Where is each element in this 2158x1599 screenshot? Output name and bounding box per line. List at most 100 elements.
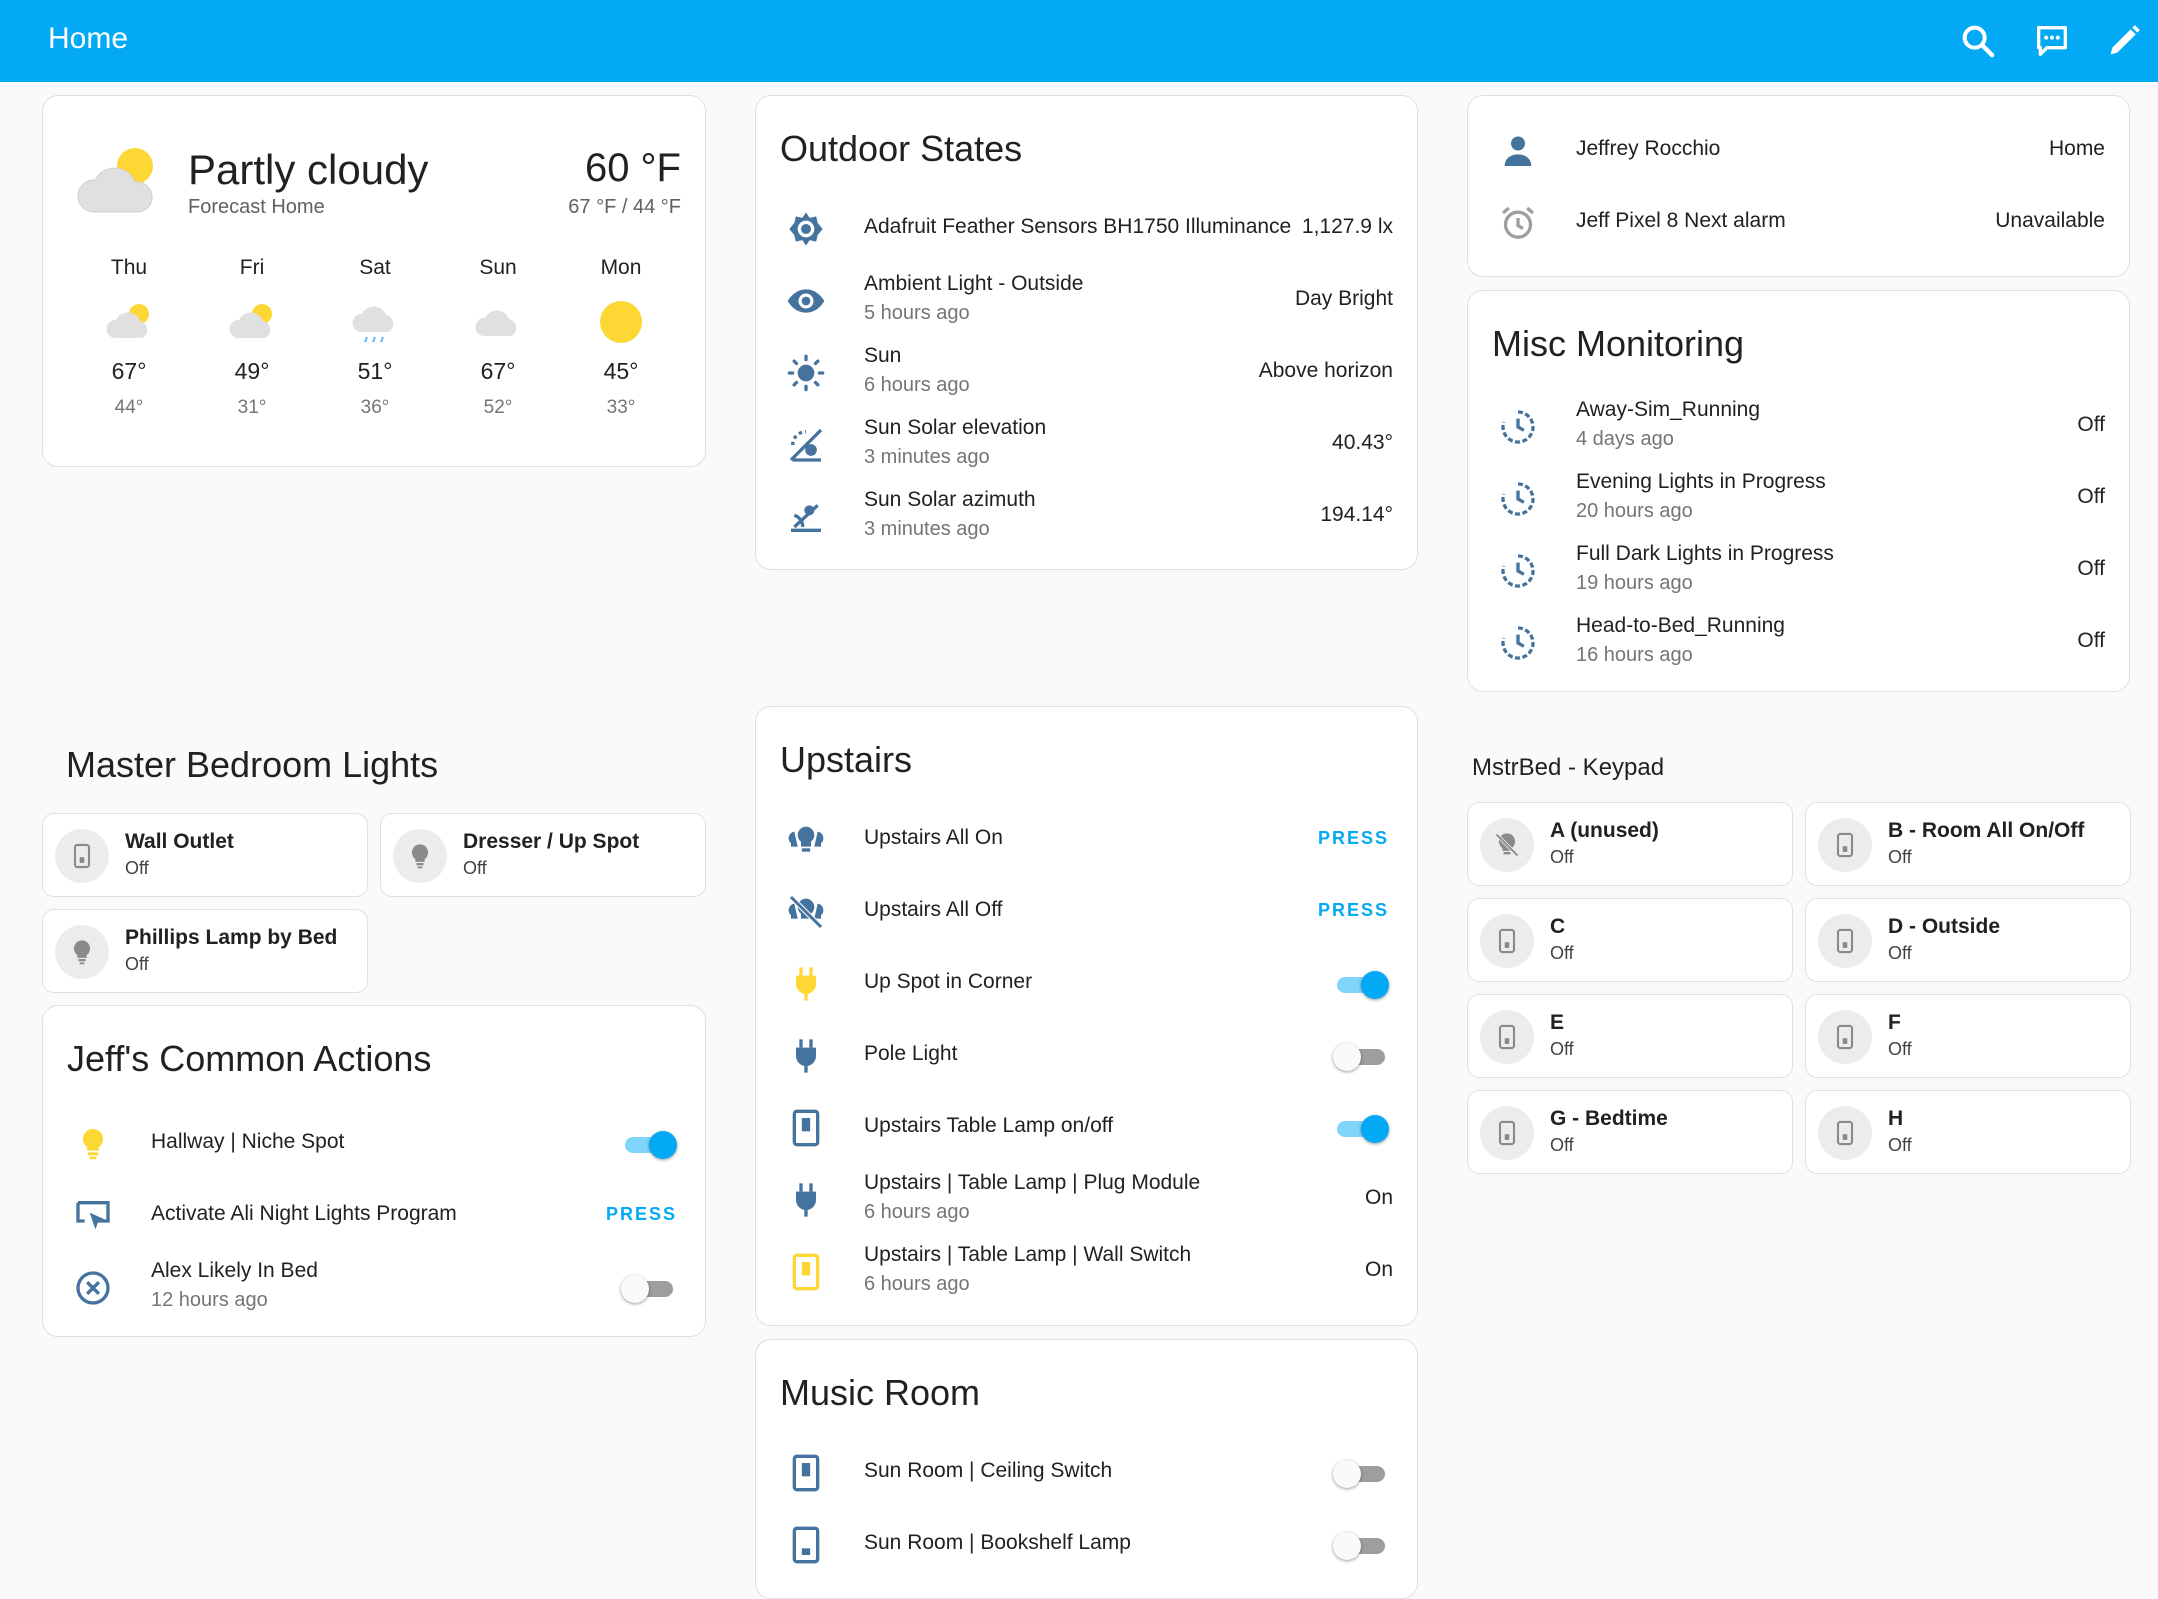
tile-state: Off bbox=[1550, 943, 1574, 963]
lightbulb-icon[interactable] bbox=[393, 829, 447, 883]
forecast-low: 52° bbox=[483, 397, 513, 418]
entity-row[interactable]: Sun Room | Ceiling Switch bbox=[756, 1437, 1417, 1509]
keypad-tile[interactable]: H Off bbox=[1805, 1090, 2131, 1174]
entity-row[interactable]: Sun Solar azimuth 3 minutes ago 194.14° bbox=[756, 481, 1417, 553]
entity-row[interactable]: Pole Light bbox=[756, 1020, 1417, 1092]
power-plug-icon bbox=[786, 1180, 826, 1220]
lightbulb-icon[interactable] bbox=[55, 925, 109, 979]
lightbulb-on-icon bbox=[73, 1124, 113, 1164]
entity-row[interactable]: Ambient Light - Outside 5 hours ago Day … bbox=[756, 265, 1417, 337]
tile-phillips-lamp[interactable]: Phillips Lamp by Bed Off bbox=[42, 909, 368, 993]
page-title: Home bbox=[48, 22, 129, 55]
toggle-switch[interactable] bbox=[625, 1131, 677, 1159]
tile-name: F bbox=[1888, 1011, 1901, 1034]
entity-last-changed: 6 hours ago bbox=[864, 1201, 970, 1223]
entity-last-changed: 6 hours ago bbox=[864, 374, 970, 396]
entity-row[interactable]: Activate Ali Night Lights Program PRESS bbox=[43, 1180, 705, 1252]
sunny-icon bbox=[593, 292, 649, 348]
person-entities-card: Jeffrey Rocchio Home Jeff Pixel 8 Next a… bbox=[1467, 95, 2130, 277]
entity-row[interactable]: Evening Lights in Progress 20 hours ago … bbox=[1468, 463, 2129, 535]
toggle-switch[interactable] bbox=[1333, 1043, 1385, 1071]
toggle-switch[interactable] bbox=[1337, 971, 1389, 999]
toggle-switch[interactable] bbox=[1333, 1460, 1385, 1488]
weather-location: Forecast Home bbox=[188, 196, 325, 218]
entity-row[interactable]: Hallway | Niche Spot bbox=[43, 1108, 705, 1180]
press-button[interactable]: PRESS bbox=[1318, 900, 1389, 921]
entity-row[interactable]: Upstairs | Table Lamp | Plug Module 6 ho… bbox=[756, 1164, 1417, 1236]
light-switch-icon[interactable] bbox=[55, 829, 109, 883]
keypad-tile[interactable]: F Off bbox=[1805, 994, 2131, 1078]
tile-state: Off bbox=[125, 858, 149, 878]
lightbulb-off-icon[interactable] bbox=[1480, 818, 1534, 872]
light-switch-icon[interactable] bbox=[1480, 914, 1534, 968]
toggle-switch[interactable] bbox=[1337, 1115, 1389, 1143]
tile-name: Phillips Lamp by Bed bbox=[125, 926, 338, 949]
light-switch-icon[interactable] bbox=[1818, 1010, 1872, 1064]
tile-state: Off bbox=[1550, 847, 1574, 867]
entity-name: Sun bbox=[864, 344, 902, 367]
tile-dresser-up-spot[interactable]: Dresser / Up Spot Off bbox=[380, 813, 706, 897]
forecast-day-label: Fri bbox=[239, 256, 265, 279]
sun-azimuth-icon bbox=[786, 497, 826, 537]
keypad-tile[interactable]: G - Bedtime Off bbox=[1467, 1090, 1793, 1174]
press-button[interactable]: PRESS bbox=[606, 1204, 677, 1225]
toggle-switch[interactable] bbox=[621, 1275, 673, 1303]
entity-last-changed: 19 hours ago bbox=[1576, 572, 1693, 594]
section-title: MstrBed - Keypad bbox=[1472, 754, 1665, 781]
light-switch-icon[interactable] bbox=[1818, 914, 1872, 968]
entity-value: Off bbox=[2077, 629, 2105, 652]
entity-last-changed: 4 days ago bbox=[1576, 428, 1674, 450]
keypad-tile[interactable]: B - Room All On/Off Off bbox=[1805, 802, 2131, 886]
weather-forecast-card[interactable]: Partly cloudy Forecast Home 60 °F 67 °F … bbox=[42, 95, 706, 467]
entity-name: Sun Room | Ceiling Switch bbox=[864, 1459, 1113, 1482]
section-title: Master Bedroom Lights bbox=[66, 744, 439, 785]
press-button[interactable]: PRESS bbox=[1318, 828, 1389, 849]
entity-last-changed: 3 minutes ago bbox=[864, 518, 990, 540]
entity-row[interactable]: Sun Solar elevation 3 minutes ago 40.43° bbox=[756, 409, 1417, 481]
entity-last-changed: 12 hours ago bbox=[151, 1289, 268, 1311]
keypad-tile[interactable]: E Off bbox=[1467, 994, 1793, 1078]
tile-name: H bbox=[1888, 1107, 1904, 1130]
entity-row[interactable]: Full Dark Lights in Progress 19 hours ag… bbox=[1468, 535, 2129, 607]
entity-last-changed: 5 hours ago bbox=[864, 302, 970, 324]
entity-row[interactable]: Up Spot in Corner bbox=[756, 948, 1417, 1020]
entity-last-changed: 16 hours ago bbox=[1576, 644, 1693, 666]
entity-row[interactable]: Upstairs All On PRESS bbox=[756, 804, 1417, 876]
rainy-icon bbox=[347, 292, 403, 348]
forecast-day-label: Thu bbox=[110, 256, 148, 279]
sun-icon bbox=[786, 353, 826, 393]
entity-row[interactable]: Adafruit Feather Sensors BH1750 Illumina… bbox=[756, 193, 1417, 265]
keypad-tile[interactable]: A (unused) Off bbox=[1467, 802, 1793, 886]
entity-row[interactable]: Sun 6 hours ago Above horizon bbox=[756, 337, 1417, 409]
tile-name: D - Outside bbox=[1888, 915, 2001, 938]
keypad-tile[interactable]: D - Outside Off bbox=[1805, 898, 2131, 982]
entity-name: Hallway | Niche Spot bbox=[151, 1130, 345, 1153]
edit-pencil-icon[interactable] bbox=[2104, 21, 2144, 61]
light-switch-icon[interactable] bbox=[1480, 1106, 1534, 1160]
entity-row[interactable]: Upstairs All Off PRESS bbox=[756, 876, 1417, 948]
assist-chat-icon[interactable] bbox=[2032, 21, 2072, 61]
entity-row[interactable]: Jeffrey Rocchio Home bbox=[1468, 115, 2129, 187]
light-switch-icon[interactable] bbox=[1818, 818, 1872, 872]
entity-row[interactable]: Sun Room | Bookshelf Lamp bbox=[756, 1509, 1417, 1581]
toggle-switch[interactable] bbox=[1333, 1532, 1385, 1560]
forecast-day: Sun 67° 52° bbox=[453, 256, 543, 419]
entity-row[interactable]: Away-Sim_Running 4 days ago Off bbox=[1468, 391, 2129, 463]
forecast-day-label: Mon bbox=[600, 256, 642, 279]
light-switch-icon[interactable] bbox=[1818, 1106, 1872, 1160]
forecast-low: 44° bbox=[114, 397, 144, 418]
forecast-day: Thu 67° 44° bbox=[84, 256, 174, 419]
entity-row[interactable]: Upstairs | Table Lamp | Wall Switch 6 ho… bbox=[756, 1236, 1417, 1308]
tile-name: B - Room All On/Off bbox=[1888, 819, 2085, 842]
entity-row[interactable]: Head-to-Bed_Running 16 hours ago Off bbox=[1468, 607, 2129, 679]
entity-row[interactable]: Upstairs Table Lamp on/off bbox=[756, 1092, 1417, 1164]
temperature-high-low: 67 °F / 44 °F bbox=[568, 196, 681, 218]
entity-name: Sun Solar elevation bbox=[864, 416, 1047, 439]
light-switch-icon[interactable] bbox=[1480, 1010, 1534, 1064]
search-icon[interactable] bbox=[1958, 21, 1998, 61]
keypad-tile[interactable]: C Off bbox=[1467, 898, 1793, 982]
tile-wall-outlet[interactable]: Wall Outlet Off bbox=[42, 813, 368, 897]
entity-row[interactable]: Jeff Pixel 8 Next alarm Unavailable bbox=[1468, 187, 2129, 259]
entity-row[interactable]: Alex Likely In Bed 12 hours ago bbox=[43, 1252, 705, 1324]
music-room-card: Music Room Sun Room | Ceiling Switch Sun… bbox=[755, 1339, 1418, 1599]
